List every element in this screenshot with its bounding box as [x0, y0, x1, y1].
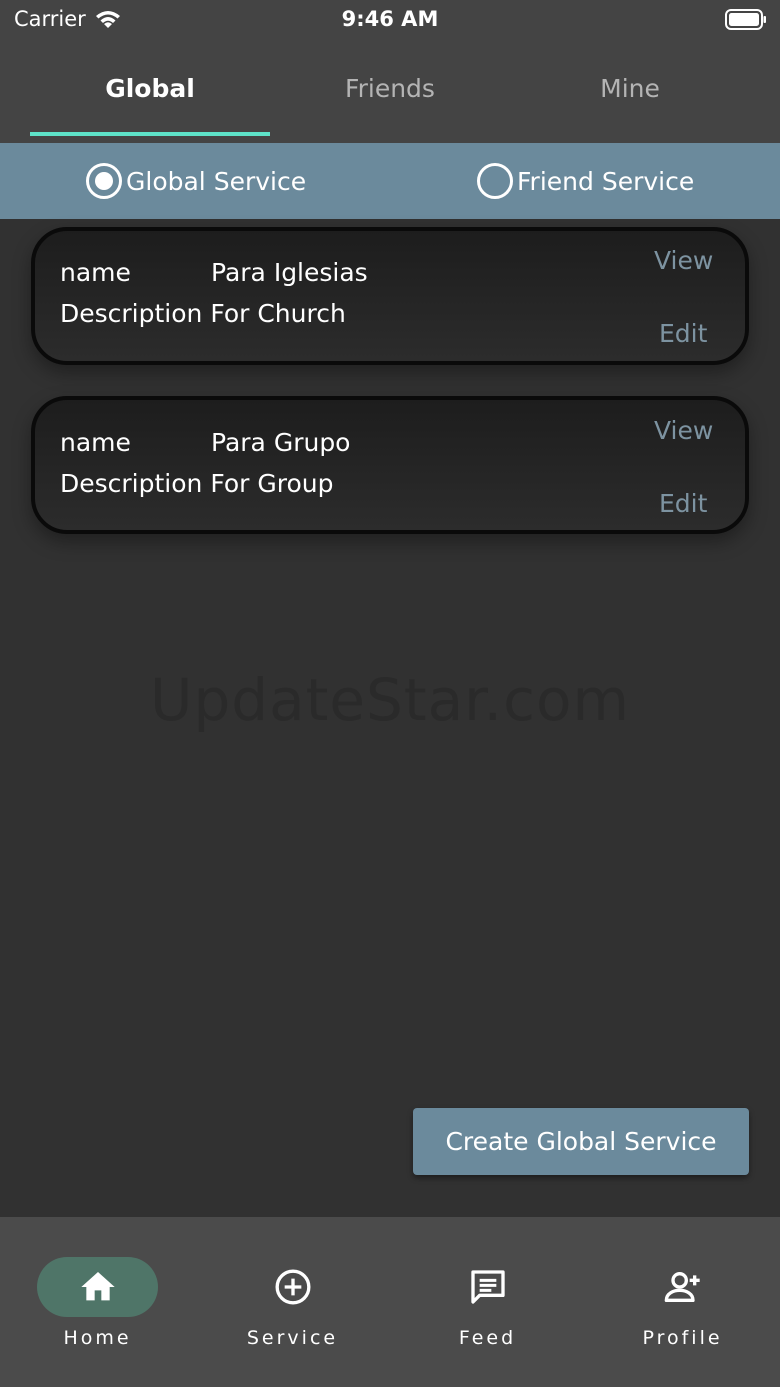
- tab-friends[interactable]: Friends: [270, 44, 510, 143]
- top-tab-bar: Global Friends Mine: [0, 44, 780, 143]
- nav-item-service[interactable]: Service: [195, 1217, 390, 1387]
- tab-global[interactable]: Global: [30, 44, 270, 143]
- service-name: Para Iglesias: [211, 258, 368, 287]
- chat-icon: [471, 1270, 505, 1304]
- view-button[interactable]: View: [654, 416, 713, 445]
- service-card: name Para Grupo Description For Group Vi…: [31, 396, 749, 534]
- name-label: name: [60, 258, 131, 287]
- nav-item-feed[interactable]: Feed: [390, 1217, 585, 1387]
- radio-selected-icon[interactable]: [86, 163, 122, 199]
- view-button[interactable]: View: [654, 246, 713, 275]
- service-type-selector: Global Service Friend Service: [0, 143, 780, 219]
- radio-friend-service-label: Friend Service: [517, 166, 695, 196]
- create-global-service-button[interactable]: Create Global Service: [413, 1108, 749, 1175]
- plus-circle-icon: [275, 1269, 311, 1305]
- radio-global-service-label: Global Service: [126, 166, 307, 196]
- name-label: name: [60, 428, 131, 457]
- nav-label-feed: Feed: [458, 1327, 517, 1349]
- nav-label-service: Service: [246, 1327, 339, 1349]
- nav-label-home: Home: [63, 1327, 132, 1349]
- tab-mine[interactable]: Mine: [510, 44, 750, 143]
- service-description: Description For Church: [60, 299, 346, 328]
- service-name: Para Grupo: [211, 428, 351, 457]
- active-tab-indicator: [30, 132, 270, 136]
- battery-icon: [725, 9, 766, 30]
- watermark: UpdateStar.com: [150, 666, 630, 734]
- radio-unselected-icon[interactable]: [477, 163, 513, 199]
- nav-label-profile: Profile: [642, 1327, 723, 1349]
- nav-item-profile[interactable]: Profile: [585, 1217, 780, 1387]
- home-icon: [81, 1272, 115, 1301]
- service-card: name Para Iglesias Description For Churc…: [31, 227, 749, 365]
- radio-global-service[interactable]: Global Service: [86, 143, 306, 219]
- add-user-icon: [664, 1272, 700, 1302]
- status-bar: Carrier 9:46 AM: [0, 0, 780, 44]
- edit-button[interactable]: Edit: [659, 489, 707, 518]
- edit-button[interactable]: Edit: [659, 319, 707, 348]
- radio-friend-service[interactable]: Friend Service: [477, 143, 694, 219]
- bottom-nav: Home Service Feed Profile: [0, 1217, 780, 1387]
- nav-item-home[interactable]: Home: [0, 1217, 195, 1387]
- service-description: Description For Group: [60, 469, 334, 498]
- clock: 9:46 AM: [341, 7, 439, 31]
